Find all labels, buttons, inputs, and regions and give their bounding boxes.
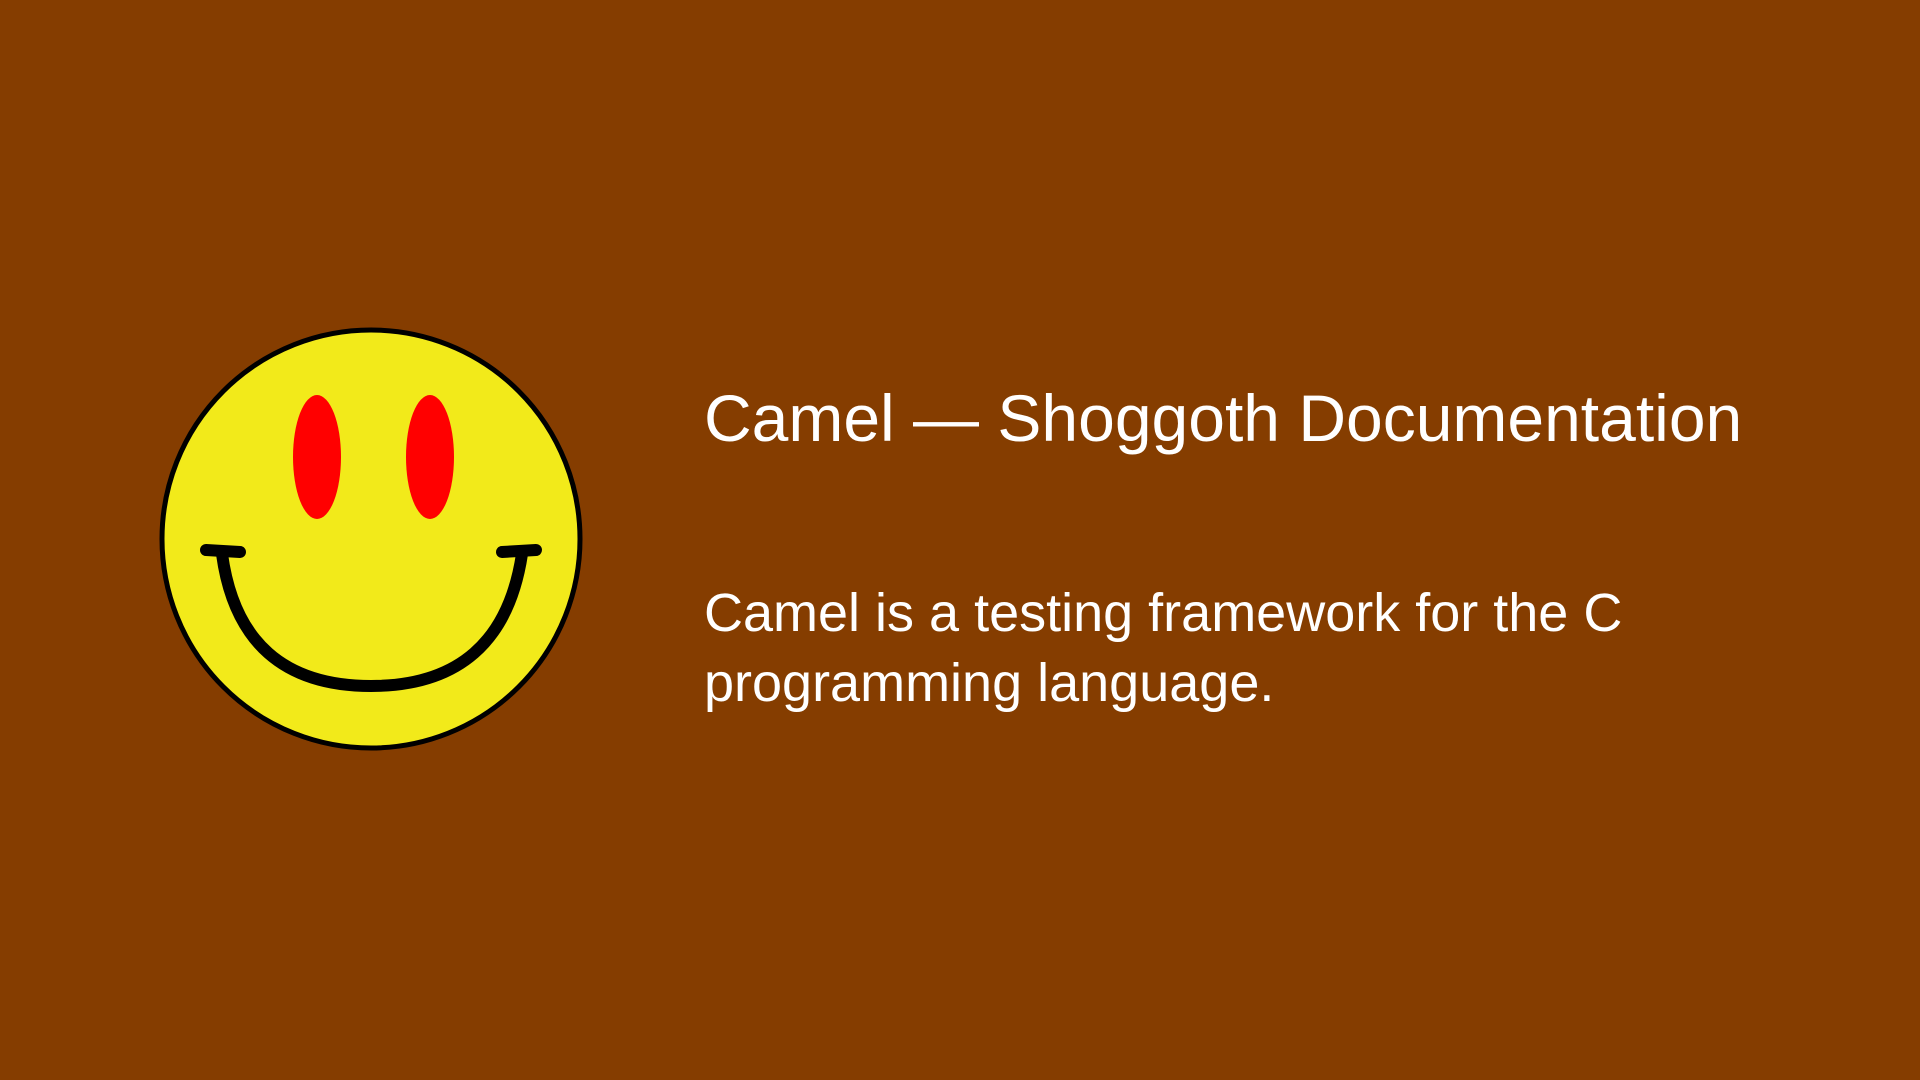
page-title: Camel — Shoggoth Documentation [704, 381, 1743, 455]
page: { "page": { "title": "Camel — Shoggoth D… [0, 0, 1920, 1080]
smiley-face-icon [158, 326, 584, 752]
page-description: Camel is a testing framework for the C p… [704, 583, 1623, 713]
smiley-right-eye [406, 395, 454, 519]
smiley-mouth-right-cap [496, 544, 542, 558]
main-content: Camel — Shoggoth Documentation Camel is … [704, 378, 1834, 718]
smiley-mouth-left-cap [200, 544, 246, 558]
smiley-left-eye [293, 395, 341, 519]
